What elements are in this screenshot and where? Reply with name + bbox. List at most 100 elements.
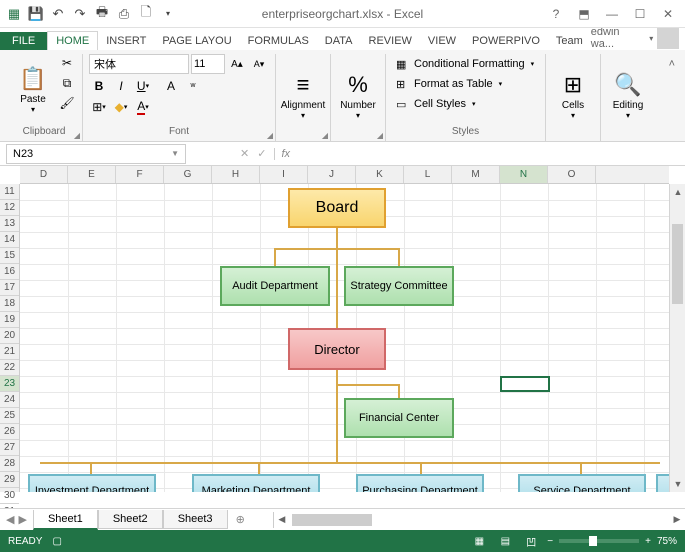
add-sheet-button[interactable]: ⊕	[228, 513, 253, 526]
row-header[interactable]: 21	[0, 344, 19, 360]
number-button[interactable]: % Number ▾	[337, 54, 379, 137]
scroll-down-icon[interactable]: ▼	[670, 476, 685, 492]
active-cell[interactable]	[500, 376, 550, 392]
help-button[interactable]: ?	[543, 4, 569, 24]
row-header[interactable]: 22	[0, 360, 19, 376]
tab-home[interactable]: HOME	[47, 31, 98, 50]
borders-button[interactable]: ⊞▾	[89, 98, 109, 116]
row-header[interactable]: 19	[0, 312, 19, 328]
zoom-in-button[interactable]: +	[645, 536, 651, 547]
fill-color-button[interactable]: ◆▾	[111, 98, 131, 116]
tab-data[interactable]: DATA	[317, 32, 361, 50]
collapse-ribbon-icon[interactable]: ˄	[665, 54, 679, 141]
alignment-launcher[interactable]: ◢	[322, 131, 328, 140]
phonetic-icon[interactable]: ᵂ	[183, 77, 203, 95]
tab-powerpivot[interactable]: POWERPIVO	[464, 32, 548, 50]
font-size-select[interactable]	[191, 54, 225, 74]
hscroll-thumb[interactable]	[292, 514, 372, 526]
editing-button[interactable]: 🔍 Editing ▾	[607, 54, 649, 137]
view-page-break-icon[interactable]: 凹	[521, 533, 541, 549]
row-header[interactable]: 25	[0, 408, 19, 424]
italic-button[interactable]: I	[111, 77, 131, 95]
excel-icon[interactable]: ▦	[4, 4, 24, 24]
column-header[interactable]: G	[164, 166, 212, 183]
conditional-formatting-button[interactable]: ▦ Conditional Formatting ▾	[392, 54, 539, 74]
fx-icon[interactable]: fx	[274, 148, 296, 160]
sheet-tab-2[interactable]: Sheet2	[98, 510, 163, 529]
user-account[interactable]: edwin wa... ▾	[591, 26, 685, 50]
horizontal-scrollbar[interactable]: ◀ ▶	[273, 512, 685, 528]
row-header[interactable]: 11	[0, 184, 19, 200]
name-box-dropdown-icon[interactable]: ▼	[171, 149, 179, 158]
format-painter-icon[interactable]: 🖌	[58, 94, 76, 112]
scroll-right-icon[interactable]: ▶	[669, 512, 685, 528]
scroll-thumb[interactable]	[672, 224, 683, 304]
column-header[interactable]: O	[548, 166, 596, 183]
font-name-select[interactable]	[89, 54, 189, 74]
shape-marketing[interactable]: Marketing Department	[192, 474, 320, 492]
alignment-button[interactable]: ≡ Alignment ▾	[282, 54, 324, 137]
row-header[interactable]: 26	[0, 424, 19, 440]
row-header[interactable]: 29	[0, 472, 19, 488]
row-header[interactable]: 30	[0, 488, 19, 504]
zoom-slider[interactable]	[559, 539, 639, 543]
row-header[interactable]: 16	[0, 264, 19, 280]
row-header[interactable]: 15	[0, 248, 19, 264]
row-header[interactable]: 20	[0, 328, 19, 344]
column-header[interactable]: K	[356, 166, 404, 183]
cancel-formula-icon[interactable]: ✕	[240, 147, 249, 160]
shape-hu[interactable]: Hu	[656, 474, 669, 492]
redo-icon[interactable]: ↷	[70, 4, 90, 24]
cells-area[interactable]: Board Audit Department Strategy Committe…	[20, 184, 669, 492]
vertical-scrollbar[interactable]: ▲ ▼	[669, 184, 685, 492]
quick-print-icon[interactable]: 🖶	[92, 4, 112, 24]
font-launcher[interactable]: ◢	[267, 131, 273, 140]
number-launcher[interactable]: ◢	[377, 131, 383, 140]
bold-button[interactable]: B	[89, 77, 109, 95]
shape-audit[interactable]: Audit Department	[220, 266, 330, 306]
decrease-font-icon[interactable]: A▾	[249, 55, 269, 73]
tab-page-layout[interactable]: PAGE LAYOU	[154, 32, 239, 50]
print-preview-icon[interactable]: ⎙	[114, 4, 134, 24]
row-header[interactable]: 13	[0, 216, 19, 232]
copy-icon[interactable]: ⧉	[58, 74, 76, 92]
shape-purchasing[interactable]: Purchasing Department	[356, 474, 484, 492]
row-header[interactable]: 27	[0, 440, 19, 456]
row-header[interactable]: 31	[0, 504, 19, 508]
close-button[interactable]: ✕	[655, 4, 681, 24]
view-normal-icon[interactable]: ▦	[469, 533, 489, 549]
row-header[interactable]: 14	[0, 232, 19, 248]
name-box[interactable]: N23 ▼	[6, 144, 186, 164]
zoom-thumb[interactable]	[589, 536, 597, 546]
column-header[interactable]: D	[20, 166, 68, 183]
zoom-out-button[interactable]: −	[547, 536, 553, 547]
shape-financial[interactable]: Financial Center	[344, 398, 454, 438]
shape-director[interactable]: Director	[288, 328, 386, 370]
tab-team[interactable]: Team	[548, 32, 591, 50]
qat-dropdown-icon[interactable]: ▾	[158, 4, 178, 24]
sheet-prev-icon[interactable]: ◀	[6, 513, 14, 526]
ribbon-options-icon[interactable]: ⬒	[571, 4, 597, 24]
row-header[interactable]: 18	[0, 296, 19, 312]
increase-font-icon[interactable]: A▴	[227, 55, 247, 73]
column-header[interactable]: F	[116, 166, 164, 183]
new-file-icon[interactable]: 🗋	[136, 4, 156, 24]
shape-strategy[interactable]: Strategy Committee	[344, 266, 454, 306]
undo-icon[interactable]: ↶	[48, 4, 68, 24]
scroll-up-icon[interactable]: ▲	[670, 184, 685, 200]
underline-button[interactable]: U▾	[133, 77, 153, 95]
row-header[interactable]: 24	[0, 392, 19, 408]
column-header[interactable]: M	[452, 166, 500, 183]
row-header[interactable]: 12	[0, 200, 19, 216]
clipboard-launcher[interactable]: ◢	[74, 131, 80, 140]
tab-review[interactable]: REVIEW	[361, 32, 420, 50]
row-header[interactable]: 23	[0, 376, 19, 392]
column-header[interactable]: J	[308, 166, 356, 183]
tab-insert[interactable]: INSERT	[98, 32, 154, 50]
format-as-table-button[interactable]: ⊞ Format as Table ▾	[392, 74, 539, 94]
shape-investment[interactable]: Investment Department	[28, 474, 156, 492]
maximize-button[interactable]: ☐	[627, 4, 653, 24]
column-header[interactable]: E	[68, 166, 116, 183]
macro-record-icon[interactable]: ▢	[52, 536, 61, 547]
minimize-button[interactable]: —	[599, 4, 625, 24]
